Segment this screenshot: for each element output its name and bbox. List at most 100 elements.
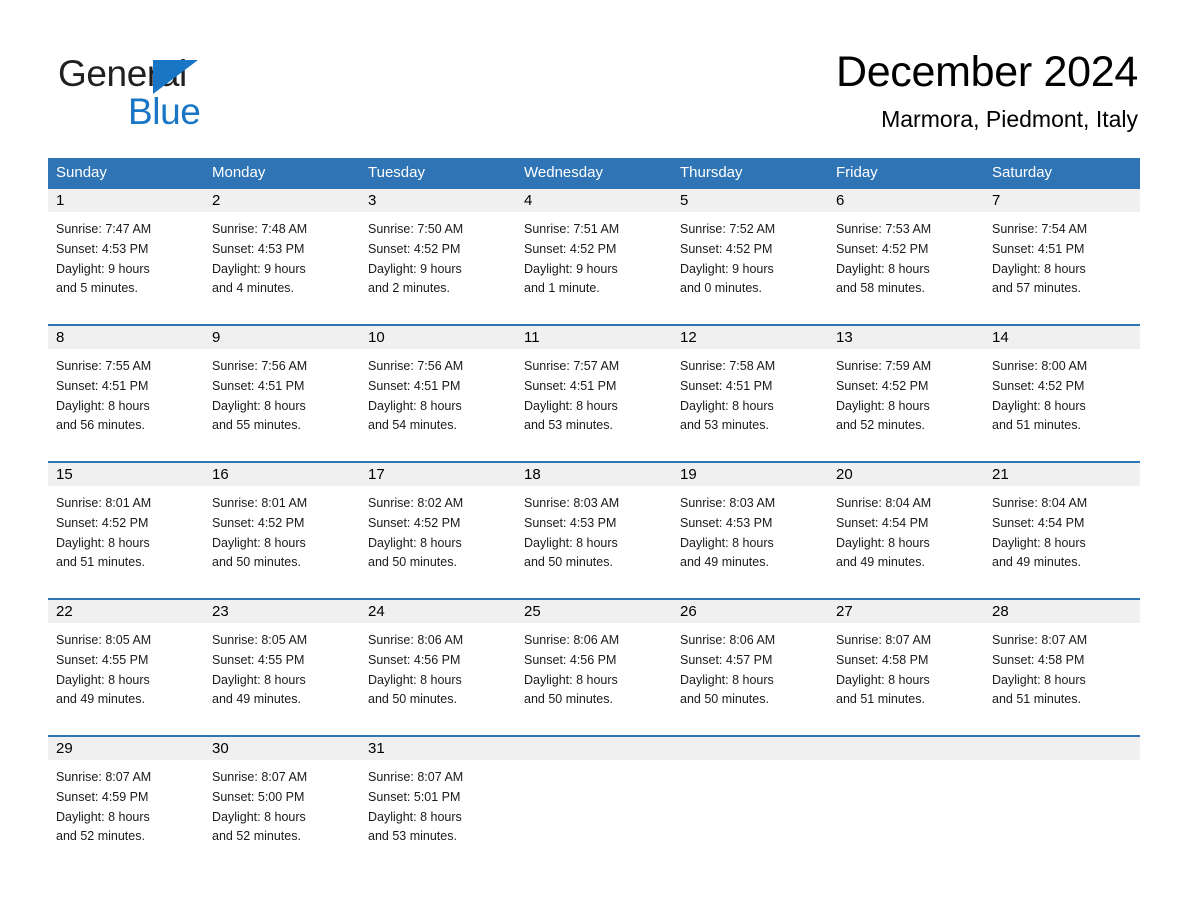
daylight-text-line2: and 50 minutes. [368,692,457,707]
daylight-text-line1: Daylight: 8 hours [680,672,774,687]
sunset-text: Sunset: 4:52 PM [524,241,617,256]
day-number[interactable]: 3 [360,189,516,212]
day-number[interactable]: 7 [984,189,1140,212]
sunset-text: Sunset: 4:53 PM [56,241,149,256]
day-cell[interactable]: Sunrise: 8:04 AM Sunset: 4:54 PM Dayligh… [828,486,984,598]
daylight-text-line1: Daylight: 8 hours [992,261,1086,276]
daylight-text-line1: Daylight: 8 hours [212,535,306,550]
daylight-text-line1: Daylight: 8 hours [680,535,774,550]
day-number[interactable]: 9 [204,326,360,349]
sunset-text: Sunset: 4:51 PM [524,378,617,393]
day-number[interactable]: 19 [672,463,828,486]
calendar-week-row: 22 23 24 25 26 27 28 Sunrise: 8:05 AM Su… [48,598,1140,735]
day-number[interactable]: 11 [516,326,672,349]
sunset-text: Sunset: 4:55 PM [212,652,305,667]
sunset-text: Sunset: 4:51 PM [212,378,305,393]
day-cell[interactable]: Sunrise: 7:55 AM Sunset: 4:51 PM Dayligh… [48,349,204,461]
day-number[interactable]: 10 [360,326,516,349]
day-number[interactable]: 26 [672,600,828,623]
day-number[interactable]: 15 [48,463,204,486]
sunrise-text: Sunrise: 8:06 AM [680,633,776,647]
day-cell[interactable]: Sunrise: 7:58 AM Sunset: 4:51 PM Dayligh… [672,349,828,461]
day-number[interactable]: 22 [48,600,204,623]
day-cell[interactable]: Sunrise: 7:47 AM Sunset: 4:53 PM Dayligh… [48,212,204,324]
day-number[interactable]: 23 [204,600,360,623]
day-number[interactable]: 2 [204,189,360,212]
day-cell[interactable]: Sunrise: 7:52 AM Sunset: 4:52 PM Dayligh… [672,212,828,324]
day-cell[interactable]: Sunrise: 8:00 AM Sunset: 4:52 PM Dayligh… [984,349,1140,461]
daylight-text-line2: and 52 minutes. [836,418,925,433]
sunrise-text: Sunrise: 8:07 AM [836,633,932,647]
day-number[interactable]: 13 [828,326,984,349]
day-cell[interactable]: Sunrise: 8:05 AM Sunset: 4:55 PM Dayligh… [48,623,204,735]
day-number[interactable]: 30 [204,737,360,760]
day-cell[interactable]: Sunrise: 8:04 AM Sunset: 4:54 PM Dayligh… [984,486,1140,598]
sunset-text: Sunset: 4:53 PM [524,515,617,530]
daylight-text-line1: Daylight: 8 hours [524,398,618,413]
daylight-text-line2: and 54 minutes. [368,418,457,433]
daylight-text-line2: and 51 minutes. [992,418,1081,433]
day-cell[interactable]: Sunrise: 8:01 AM Sunset: 4:52 PM Dayligh… [204,486,360,598]
day-number[interactable]: 14 [984,326,1140,349]
day-number-band: 22 23 24 25 26 27 28 [48,600,1140,623]
calendar-week-row: 29 30 31 Sunrise: 8:07 AM Sunset: 4:59 P… [48,735,1140,872]
sunrise-text: Sunrise: 7:57 AM [524,359,620,373]
day-number[interactable]: 1 [48,189,204,212]
day-cell[interactable]: Sunrise: 7:54 AM Sunset: 4:51 PM Dayligh… [984,212,1140,324]
day-number[interactable]: 17 [360,463,516,486]
day-cell[interactable]: Sunrise: 7:56 AM Sunset: 4:51 PM Dayligh… [204,349,360,461]
day-number[interactable]: 18 [516,463,672,486]
day-cell[interactable]: Sunrise: 8:06 AM Sunset: 4:56 PM Dayligh… [360,623,516,735]
day-cell[interactable]: Sunrise: 8:07 AM Sunset: 4:58 PM Dayligh… [828,623,984,735]
day-number[interactable]: 16 [204,463,360,486]
day-number[interactable]: 8 [48,326,204,349]
day-cell[interactable]: Sunrise: 8:05 AM Sunset: 4:55 PM Dayligh… [204,623,360,735]
calendar-page: General Blue December 2024 Marmora, Pied… [0,0,1188,918]
daylight-text-line2: and 55 minutes. [212,418,301,433]
day-cell[interactable]: Sunrise: 8:01 AM Sunset: 4:52 PM Dayligh… [48,486,204,598]
daylight-text-line1: Daylight: 8 hours [212,398,306,413]
calendar-grid: Sunday Monday Tuesday Wednesday Thursday… [48,158,1140,872]
page-title: December 2024 [835,48,1138,96]
day-cell[interactable]: Sunrise: 8:07 AM Sunset: 5:00 PM Dayligh… [204,760,360,872]
sunset-text: Sunset: 4:57 PM [680,652,773,667]
calendar-week-row: 15 16 17 18 19 20 21 Sunrise: 8:01 AM Su… [48,461,1140,598]
day-cell[interactable]: Sunrise: 7:51 AM Sunset: 4:52 PM Dayligh… [516,212,672,324]
day-cell[interactable]: Sunrise: 8:07 AM Sunset: 4:59 PM Dayligh… [48,760,204,872]
day-cell[interactable]: Sunrise: 8:02 AM Sunset: 4:52 PM Dayligh… [360,486,516,598]
day-number[interactable]: 5 [672,189,828,212]
day-number[interactable]: 25 [516,600,672,623]
day-cell[interactable]: Sunrise: 7:48 AM Sunset: 4:53 PM Dayligh… [204,212,360,324]
day-cell[interactable]: Sunrise: 8:06 AM Sunset: 4:56 PM Dayligh… [516,623,672,735]
day-cell[interactable]: Sunrise: 8:07 AM Sunset: 4:58 PM Dayligh… [984,623,1140,735]
day-cell[interactable]: Sunrise: 8:07 AM Sunset: 5:01 PM Dayligh… [360,760,516,872]
sunset-text: Sunset: 4:56 PM [368,652,461,667]
day-number[interactable]: 4 [516,189,672,212]
day-cell[interactable]: Sunrise: 7:50 AM Sunset: 4:52 PM Dayligh… [360,212,516,324]
sunrise-text: Sunrise: 8:07 AM [212,770,308,784]
day-number[interactable]: 28 [984,600,1140,623]
day-number[interactable]: 20 [828,463,984,486]
sunrise-text: Sunrise: 8:05 AM [56,633,152,647]
day-number[interactable]: 27 [828,600,984,623]
sunrise-text: Sunrise: 7:56 AM [368,359,464,373]
daylight-text-line2: and 52 minutes. [212,829,301,844]
day-cell[interactable]: Sunrise: 7:57 AM Sunset: 4:51 PM Dayligh… [516,349,672,461]
sunrise-text: Sunrise: 8:01 AM [56,496,152,510]
day-cell[interactable]: Sunrise: 8:03 AM Sunset: 4:53 PM Dayligh… [516,486,672,598]
day-number[interactable]: 31 [360,737,516,760]
sunrise-text: Sunrise: 7:54 AM [992,222,1088,236]
day-number[interactable]: 29 [48,737,204,760]
day-cell[interactable]: Sunrise: 7:56 AM Sunset: 4:51 PM Dayligh… [360,349,516,461]
day-number[interactable]: 12 [672,326,828,349]
page-header: General Blue December 2024 Marmora, Pied… [0,0,1188,150]
day-cell[interactable]: Sunrise: 8:03 AM Sunset: 4:53 PM Dayligh… [672,486,828,598]
weekday-header-row: Sunday Monday Tuesday Wednesday Thursday… [48,158,1140,189]
generalblue-logo[interactable]: General Blue [58,52,298,132]
day-number[interactable]: 6 [828,189,984,212]
day-cell[interactable]: Sunrise: 8:06 AM Sunset: 4:57 PM Dayligh… [672,623,828,735]
day-cell[interactable]: Sunrise: 7:53 AM Sunset: 4:52 PM Dayligh… [828,212,984,324]
day-number[interactable]: 21 [984,463,1140,486]
day-cell[interactable]: Sunrise: 7:59 AM Sunset: 4:52 PM Dayligh… [828,349,984,461]
day-number[interactable]: 24 [360,600,516,623]
